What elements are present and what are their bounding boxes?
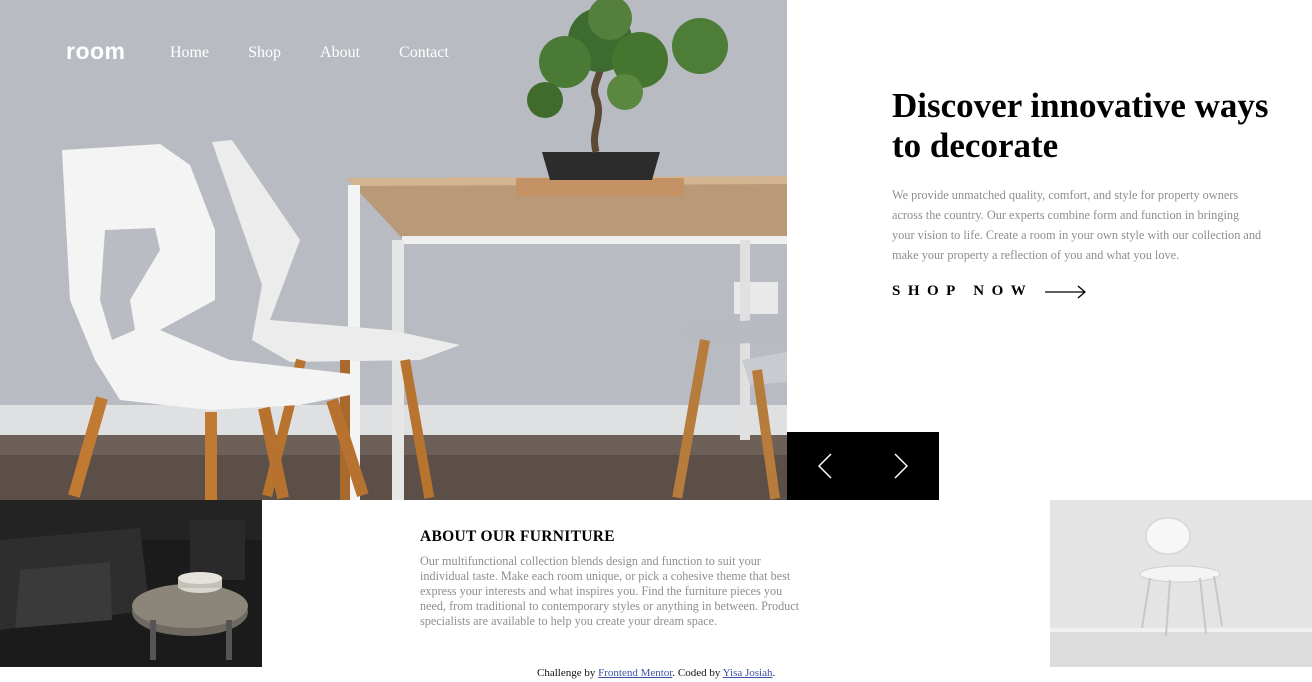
nav-shop[interactable]: Shop: [248, 44, 281, 62]
main-nav: Home Shop About Contact: [170, 44, 488, 62]
hero-description: We provide unmatched quality, comfort, a…: [892, 188, 1262, 262]
white-chair-photo: [1050, 500, 1312, 667]
about-text: Our multifunctional collection blends de…: [420, 554, 800, 628]
arrow-right-icon: [1045, 285, 1087, 298]
slider-controls: [787, 432, 939, 500]
chevron-right-icon: [894, 453, 908, 479]
footer-middle: . Coded by: [672, 667, 723, 679]
footer-prefix: Challenge by: [537, 667, 599, 679]
shop-now-button[interactable]: SHOP NOW: [892, 283, 1087, 300]
nav-contact[interactable]: Contact: [399, 44, 449, 62]
author-link[interactable]: Yisa Josiah: [723, 667, 773, 679]
about-title: ABOUT OUR FURNITURE: [420, 528, 615, 545]
hero-image: [0, 0, 787, 500]
nav-about[interactable]: About: [320, 44, 360, 62]
about-image-light: [1050, 500, 1312, 667]
hero-title: Discover innovative ways to decorate: [892, 86, 1269, 165]
chevron-left-icon: [818, 453, 832, 479]
frontend-mentor-link[interactable]: Frontend Mentor: [598, 667, 672, 679]
about-image-dark: [0, 500, 262, 667]
attribution-footer: Challenge by Frontend Mentor. Coded by Y…: [537, 667, 775, 679]
footer-suffix: .: [772, 667, 776, 679]
brand-logo[interactable]: room: [66, 38, 126, 65]
slider-next-button[interactable]: [863, 432, 939, 500]
slider-prev-button[interactable]: [787, 432, 863, 500]
dark-living-room-photo: [0, 500, 262, 667]
dining-room-photo: [0, 0, 787, 500]
shop-now-label: SHOP NOW: [892, 283, 1034, 299]
nav-home[interactable]: Home: [170, 44, 209, 62]
